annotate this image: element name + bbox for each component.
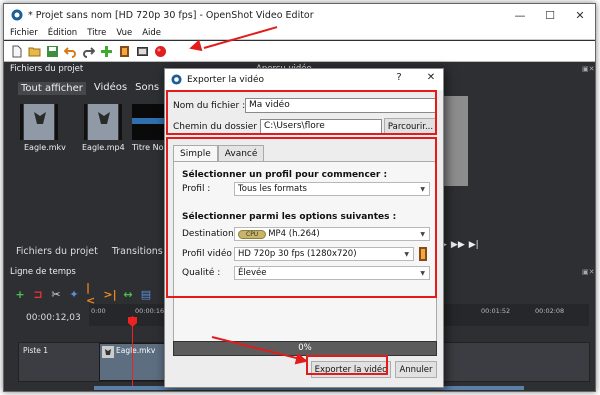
export-video-icon[interactable]: [154, 45, 167, 58]
quality-select[interactable]: Élevée ▼: [234, 266, 430, 280]
dialog-close-button[interactable]: ✕: [423, 72, 439, 86]
video-profile-select-value: HD 720p 30 fps (1280x720): [238, 249, 357, 259]
progress-text: 0%: [298, 343, 312, 353]
tab-transitions[interactable]: Transitions: [112, 246, 163, 257]
snap-icon[interactable]: ⊐: [32, 288, 44, 301]
file-name: Titre Nor: [132, 143, 167, 152]
options-section-heading: Sélectionner parmi les options suivantes…: [182, 212, 397, 222]
title-bar: * Projet sans nom [HD 720p 30 fps] - Ope…: [4, 4, 595, 26]
profile-section-heading: Sélectionner un profil pour commencer :: [182, 170, 388, 180]
file-name: Eagle.mkv: [24, 143, 66, 152]
menu-vue[interactable]: Vue: [116, 28, 132, 38]
close-button[interactable]: ✕: [565, 4, 595, 26]
fast-forward-icon[interactable]: ▶▶: [451, 240, 465, 250]
destination-select[interactable]: CPU MP4 (h.264) ▼: [234, 227, 430, 241]
chevron-down-icon: ▼: [420, 186, 425, 193]
quality-select-value: Élevée: [238, 268, 267, 278]
openshot-window: * Projet sans nom [HD 720p 30 fps] - Ope…: [3, 3, 596, 392]
openshot-logo-icon: [171, 74, 182, 85]
timeline-title: Ligne de temps: [10, 267, 76, 277]
ruler-label: 00:02:08: [535, 307, 565, 315]
clip-thumbnail-icon: [102, 346, 114, 358]
bottom-tabs: Fichiers du projet Transitions: [4, 242, 169, 260]
simple-tab-panel: Sélectionner un profil pour commencer : …: [173, 161, 437, 347]
profile-select-value: Tous les formats: [238, 184, 307, 194]
add-marker-icon[interactable]: ✦: [68, 288, 80, 301]
cpu-badge: CPU: [238, 229, 267, 239]
video-preview-frame: [440, 96, 468, 186]
cancel-button[interactable]: Annuler: [395, 361, 437, 378]
new-project-icon[interactable]: [10, 45, 23, 58]
tab-project-files[interactable]: Fichiers du projet: [16, 246, 98, 257]
open-project-icon[interactable]: [28, 45, 41, 58]
save-project-icon[interactable]: [46, 45, 59, 58]
filename-input[interactable]: Ma vidéo: [245, 98, 437, 113]
previous-marker-icon[interactable]: |<: [86, 281, 98, 307]
quality-label: Qualité :: [182, 268, 221, 278]
playback-controls: ▶ ▶▶ ▶|: [440, 240, 479, 250]
file-thumbnail[interactable]: [84, 104, 122, 140]
dialog-title: Exporter la vidéo: [187, 74, 265, 85]
zoom-icon[interactable]: ▤: [140, 288, 152, 301]
filename-label: Nom du fichier :: [173, 101, 246, 111]
export-video-button[interactable]: Exporter la vidéo: [311, 361, 391, 378]
ruler-label: 0:00: [91, 307, 106, 315]
project-files-title: Fichiers du projet: [10, 64, 84, 74]
chevron-down-icon: ▼: [420, 270, 425, 277]
add-track-icon[interactable]: +: [14, 288, 26, 301]
dock-buttons-icon[interactable]: ▣✕: [582, 65, 594, 73]
export-tabs: Simple Avancé: [173, 145, 265, 162]
razor-icon[interactable]: ✂: [50, 288, 62, 301]
destination-label: Destination :: [182, 229, 240, 239]
undo-icon[interactable]: [64, 45, 77, 58]
tab-simple[interactable]: Simple: [173, 145, 218, 162]
filter-all[interactable]: Tout afficher: [18, 82, 86, 95]
menu-aide[interactable]: Aide: [142, 28, 161, 38]
center-playhead-icon[interactable]: ↔: [122, 288, 134, 301]
redo-icon[interactable]: [82, 45, 95, 58]
menu-titre[interactable]: Titre: [87, 28, 106, 38]
file-thumbnail[interactable]: [20, 104, 58, 140]
folder-label: Chemin du dossier :: [173, 122, 263, 132]
browse-button[interactable]: Parcourir...: [384, 118, 437, 135]
file-filter-tabs: Tout afficher Vidéos Sons Im: [18, 82, 180, 95]
title-file-thumbnail[interactable]: [132, 104, 164, 140]
clip-name: Eagle.mkv: [116, 346, 156, 355]
profile-edit-icon[interactable]: [418, 247, 428, 261]
timecode-display: 00:00:12,03: [26, 313, 81, 323]
fullscreen-icon[interactable]: [136, 45, 149, 58]
chevron-down-icon: ▼: [420, 231, 425, 238]
filter-sounds[interactable]: Sons: [135, 82, 159, 95]
menu-bar: Fichier Édition Titre Vue Aide: [4, 26, 595, 40]
help-button[interactable]: ?: [391, 72, 407, 86]
import-files-icon[interactable]: [100, 45, 113, 58]
profile-icon[interactable]: [118, 45, 131, 58]
minimize-button[interactable]: —: [505, 4, 535, 26]
filter-videos[interactable]: Vidéos: [94, 82, 127, 95]
dialog-title-bar: Exporter la vidéo ? ✕: [165, 69, 443, 90]
timeline-toolbar: + ⊐ ✂ ✦ |< >| ↔ ▤: [14, 281, 152, 307]
openshot-logo-icon: [11, 9, 23, 21]
profile-select[interactable]: Tous les formats ▼: [234, 182, 430, 196]
skip-end-icon[interactable]: ▶|: [469, 240, 479, 250]
track-name: Piste 1: [23, 346, 49, 355]
ruler-label: 00:01:52: [481, 307, 511, 315]
window-title: * Projet sans nom [HD 720p 30 fps] - Ope…: [28, 9, 314, 21]
timeline-dock-buttons-icon[interactable]: ▣✕: [582, 268, 594, 276]
menu-edition[interactable]: Édition: [48, 28, 77, 38]
profile-label: Profil :: [182, 184, 211, 194]
ruler-label: 00:00:16: [135, 307, 165, 315]
video-profile-select[interactable]: HD 720p 30 fps (1280x720) ▼: [234, 247, 414, 261]
destination-select-value: MP4 (h.264): [268, 229, 320, 239]
main-toolbar: [4, 41, 595, 62]
maximize-button[interactable]: ☐: [535, 4, 565, 26]
chevron-down-icon: ▼: [404, 251, 409, 258]
export-dialog: Exporter la vidéo ? ✕ Nom du fichier : M…: [164, 68, 444, 388]
menu-fichier[interactable]: Fichier: [10, 28, 38, 38]
next-marker-icon[interactable]: >|: [103, 288, 116, 301]
video-profile-label: Profil vidéo :: [182, 249, 238, 259]
folder-input[interactable]: C:\Users\flore: [260, 119, 382, 134]
file-name: Eagle.mp4: [82, 143, 125, 152]
tab-advanced[interactable]: Avancé: [217, 145, 265, 161]
